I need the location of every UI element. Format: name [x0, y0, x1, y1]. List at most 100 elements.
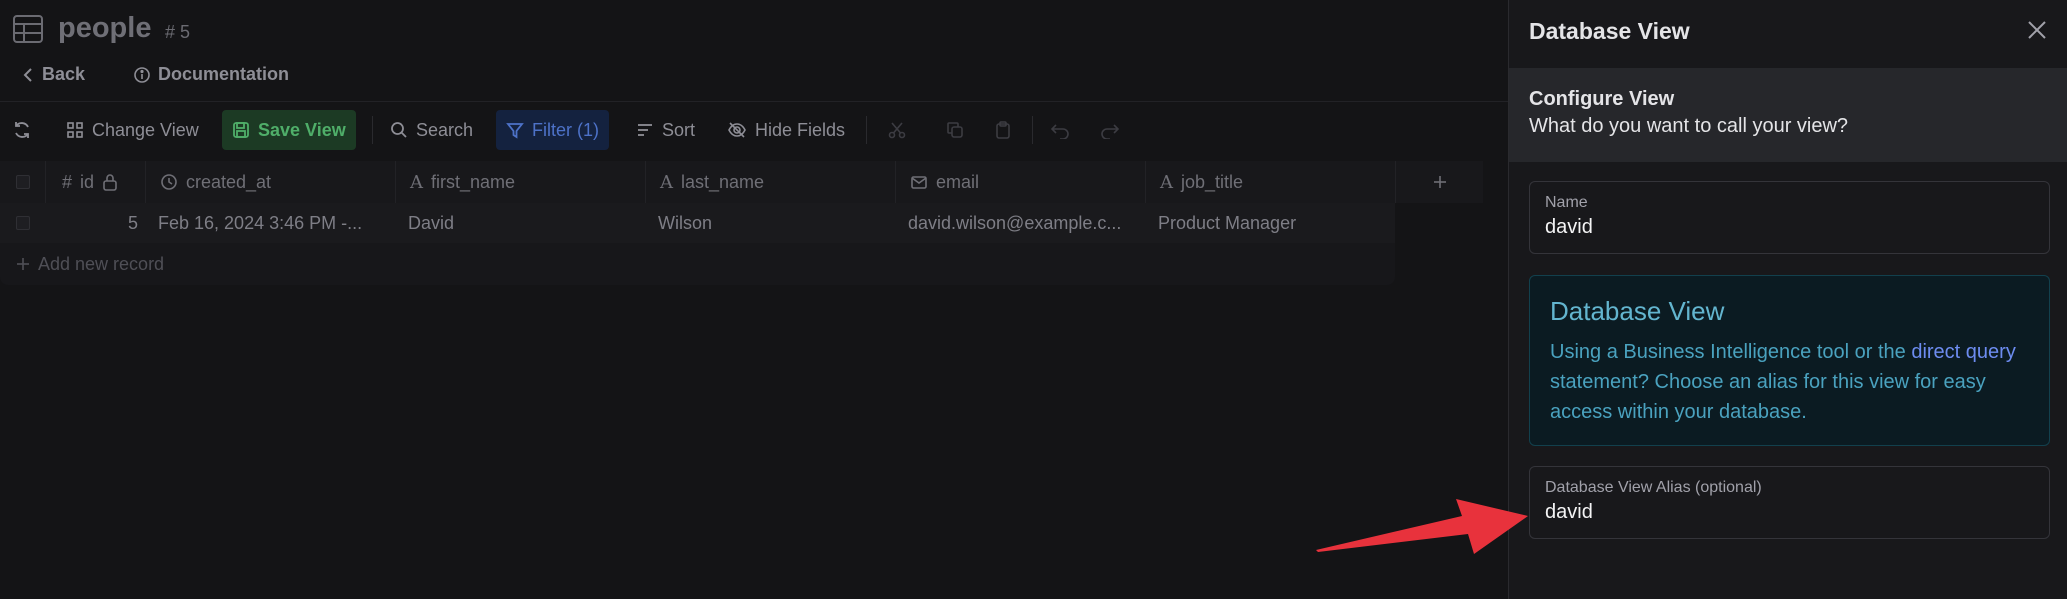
- refresh-icon: [12, 120, 32, 140]
- redo-icon: [1100, 121, 1120, 139]
- eye-off-icon: [727, 121, 747, 139]
- column-label: first_name: [431, 171, 516, 192]
- column-label: id: [80, 171, 95, 192]
- info-text-before: Using a Business Intelligence tool or th…: [1550, 341, 1912, 363]
- paste-button[interactable]: [984, 110, 1022, 150]
- select-all-checkbox-cell[interactable]: [0, 161, 46, 203]
- filter-label: Filter (1): [532, 119, 599, 140]
- toolbar-divider: [372, 116, 373, 144]
- documentation-label: Documentation: [158, 64, 290, 84]
- lock-icon: [102, 173, 118, 191]
- text-icon: A: [410, 171, 423, 193]
- undo-icon: [1050, 121, 1070, 139]
- undo-button[interactable]: [1040, 110, 1080, 150]
- cell-created-at[interactable]: Feb 16, 2024 3:46 PM -...: [158, 203, 380, 243]
- copy-button[interactable]: [936, 110, 974, 150]
- toolbar: Change View Save View Search Filter (1): [0, 110, 1508, 154]
- row-checkbox[interactable]: [16, 216, 30, 230]
- clipboard-icon: [994, 121, 1012, 139]
- search-button[interactable]: Search: [380, 110, 483, 150]
- database-view-alias-field[interactable]: Database View Alias (optional): [1529, 466, 2050, 539]
- toolbar-divider: [866, 116, 867, 144]
- cell-last-name[interactable]: Wilson: [658, 203, 888, 243]
- direct-query-link[interactable]: direct query: [1911, 341, 2016, 363]
- text-icon: A: [660, 171, 673, 193]
- hide-fields-button[interactable]: Hide Fields: [717, 110, 855, 150]
- cell-id[interactable]: 5: [46, 203, 138, 243]
- cell-email[interactable]: david.wilson@example.c...: [908, 203, 1136, 243]
- column-header-last-name[interactable]: A last_name: [646, 161, 896, 203]
- info-card-title: Database View: [1550, 296, 1725, 326]
- chevron-left-icon: [22, 67, 34, 83]
- search-label: Search: [416, 119, 474, 140]
- database-view-info-card: Database View Using a Business Intellige…: [1529, 275, 2050, 446]
- search-icon: [390, 121, 408, 139]
- cut-button[interactable]: [878, 110, 916, 150]
- column-header-first-name[interactable]: A first_name: [396, 161, 646, 203]
- panel-title: Database View: [1529, 18, 1690, 44]
- page-title: people: [58, 12, 152, 44]
- back-label: Back: [42, 64, 86, 84]
- column-label: email: [936, 171, 980, 192]
- alias-field-label: Database View Alias (optional): [1545, 479, 1762, 496]
- name-field[interactable]: Name: [1529, 181, 2050, 254]
- row-checkbox-cell[interactable]: [0, 203, 46, 243]
- table-icon: [12, 14, 44, 44]
- filter-icon: [506, 121, 524, 139]
- toolbar-divider: [1032, 116, 1033, 144]
- column-header-created-at[interactable]: created_at: [146, 161, 396, 203]
- column-header-job-title[interactable]: A job_title: [1146, 161, 1396, 203]
- divider: [0, 101, 1508, 102]
- add-column-button[interactable]: [1396, 161, 1483, 203]
- grid-header: # id created_at A first_name A last_name: [0, 161, 1483, 203]
- plus-icon: [16, 257, 30, 271]
- info-card-text: Using a Business Intelligence tool or th…: [1550, 337, 2035, 427]
- save-view-label: Save View: [258, 119, 346, 140]
- name-field-label: Name: [1545, 194, 1588, 211]
- clock-icon: [160, 173, 178, 191]
- documentation-link[interactable]: Documentation: [134, 64, 289, 85]
- save-icon: [232, 121, 250, 139]
- table-row[interactable]: 5 Feb 16, 2024 3:46 PM -... David Wilson…: [0, 203, 1395, 243]
- scissors-icon: [888, 121, 906, 139]
- sort-label: Sort: [662, 119, 696, 140]
- column-label: job_title: [1181, 171, 1244, 192]
- section-heading: Configure View: [1529, 88, 1675, 110]
- add-record-row[interactable]: Add new record: [0, 243, 1395, 285]
- plus-icon: [1432, 174, 1448, 190]
- add-record-label: Add new record: [38, 253, 165, 274]
- column-header-id[interactable]: # id: [46, 161, 146, 203]
- grid-icon: [66, 121, 84, 139]
- back-link[interactable]: Back: [22, 64, 85, 85]
- filter-button[interactable]: Filter (1): [496, 110, 609, 150]
- text-icon: A: [1160, 171, 1173, 193]
- select-all-checkbox[interactable]: [15, 175, 30, 189]
- mail-icon: [910, 174, 928, 190]
- refresh-button[interactable]: [4, 110, 40, 150]
- cell-job-title[interactable]: Product Manager: [1158, 203, 1388, 243]
- change-view-button[interactable]: Change View: [56, 110, 209, 150]
- alias-input[interactable]: [1545, 501, 2035, 524]
- info-icon: [134, 66, 150, 83]
- name-input[interactable]: [1545, 216, 2035, 239]
- sort-icon: [636, 121, 654, 139]
- cell-first-name[interactable]: David: [408, 203, 638, 243]
- database-view-panel: Database View Configure View What do you…: [1508, 0, 2067, 599]
- column-header-email[interactable]: email: [896, 161, 1146, 203]
- title-bar: people # 5 Back Documentation: [0, 0, 1508, 102]
- table-app: people # 5 Back Documentation Change Vie: [0, 0, 1508, 599]
- save-view-button[interactable]: Save View: [222, 110, 356, 150]
- configure-view-section: Configure View What do you want to call …: [1509, 68, 2067, 162]
- sort-button[interactable]: Sort: [626, 110, 705, 150]
- change-view-label: Change View: [92, 119, 199, 140]
- section-subheading: What do you want to call your view?: [1529, 115, 1849, 137]
- hash-icon: #: [62, 171, 73, 192]
- copy-icon: [946, 121, 964, 139]
- redo-button[interactable]: [1090, 110, 1130, 150]
- table-number: # 5: [165, 22, 191, 42]
- annotation-arrow: [1316, 494, 1528, 556]
- hide-fields-label: Hide Fields: [755, 119, 846, 140]
- column-label: last_name: [681, 171, 765, 192]
- close-icon[interactable]: [2025, 18, 2049, 42]
- info-text-after: statement? Choose an alias for this view…: [1550, 371, 1986, 423]
